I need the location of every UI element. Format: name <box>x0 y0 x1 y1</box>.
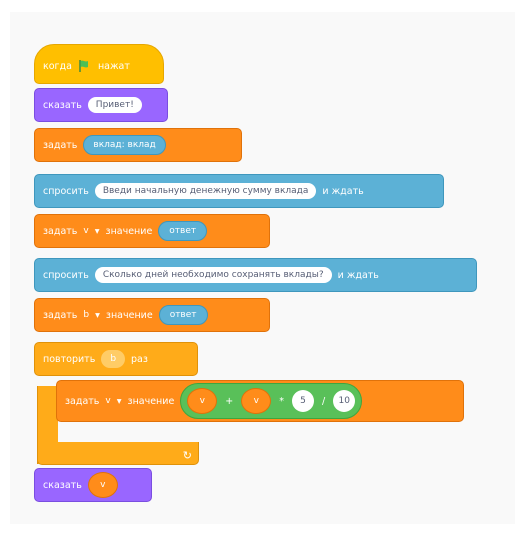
set-label: задать <box>43 225 78 237</box>
dropdown-arrow-icon: ▾ <box>94 225 100 237</box>
variable-reporter-v[interactable]: v <box>241 388 272 414</box>
number-input[interactable]: 5 <box>292 390 315 412</box>
variable-dropdown[interactable]: b <box>83 310 89 320</box>
ask-question-input[interactable]: Сколько дней необходимо сохранять вклады… <box>94 267 332 283</box>
repeat-unit-label: раз <box>131 353 148 365</box>
ask-block[interactable]: спросить Сколько дней необходимо сохраня… <box>34 258 477 292</box>
ask-wait-label: и ждать <box>322 185 364 197</box>
value-label: значение <box>105 225 153 237</box>
say-label: сказать <box>43 99 82 111</box>
set-variable-to-answer-block[interactable]: задать v ▾ значение ответ <box>34 214 270 248</box>
answer-reporter[interactable]: ответ <box>158 305 208 325</box>
loop-arrow-icon: ↻ <box>182 449 192 462</box>
variable-reporter[interactable]: вклад: вклад <box>83 135 166 155</box>
hat-label-left: когда <box>43 60 72 72</box>
multiply-operator: * <box>279 395 285 407</box>
dropdown-arrow-icon: ▾ <box>95 309 100 321</box>
say-block[interactable]: сказать v <box>34 468 152 502</box>
hat-label-right: нажат <box>97 60 130 72</box>
repeat-label: повторить <box>43 353 96 365</box>
set-label: задать <box>65 395 100 407</box>
set-label: задать <box>43 139 78 151</box>
value-label: значение <box>105 309 153 321</box>
ask-label: спросить <box>43 185 89 197</box>
repeat-block[interactable]: повторить b раз <box>34 342 198 376</box>
dropdown-arrow-icon: ▾ <box>116 395 122 407</box>
ask-label: спросить <box>43 269 89 281</box>
repeat-count-input[interactable]: b <box>101 350 126 368</box>
script-canvas: когда нажат сказать Привет! задать вклад… <box>10 12 515 524</box>
set-variable-block[interactable]: задать вклад: вклад <box>34 128 242 162</box>
variable-dropdown[interactable]: v <box>105 396 110 406</box>
ask-wait-label: и ждать <box>337 269 379 281</box>
value-label: значение <box>127 395 175 407</box>
set-variable-calc-block[interactable]: задать v ▾ значение v + v * 5 / 10 <box>56 380 464 422</box>
repeat-block-bottom: ↻ <box>37 442 199 465</box>
set-label: задать <box>43 309 78 321</box>
answer-reporter[interactable]: ответ <box>158 221 208 241</box>
expression-operator-block[interactable]: v + v * 5 / 10 <box>180 383 363 419</box>
variable-reporter-v[interactable]: v <box>87 472 118 498</box>
variable-dropdown[interactable]: v <box>83 226 88 236</box>
plus-operator: + <box>225 395 234 407</box>
green-flag-icon <box>79 60 88 72</box>
when-flag-clicked-block[interactable]: когда нажат <box>34 44 164 84</box>
variable-reporter-v[interactable]: v <box>187 388 218 414</box>
number-input[interactable]: 10 <box>333 390 356 412</box>
ask-question-input[interactable]: Введи начальную денежную сумму вклада <box>94 183 317 199</box>
say-label: сказать <box>43 479 82 491</box>
divide-operator: / <box>322 395 326 407</box>
ask-block[interactable]: спросить Введи начальную денежную сумму … <box>34 174 444 208</box>
say-text-input[interactable]: Привет! <box>87 97 142 113</box>
set-variable-to-answer-block[interactable]: задать b ▾ значение ответ <box>34 298 270 332</box>
say-block[interactable]: сказать Привет! <box>34 88 168 122</box>
